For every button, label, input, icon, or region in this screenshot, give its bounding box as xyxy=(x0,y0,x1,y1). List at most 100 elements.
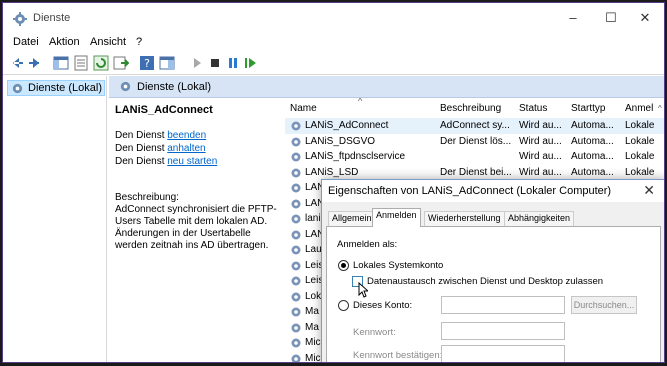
cell-logon: Lokale xyxy=(625,135,655,147)
action-line-stop: Den Dienst beenden xyxy=(115,130,206,141)
window-title: Dienste xyxy=(33,12,71,24)
menu-aktion[interactable]: Aktion xyxy=(49,36,80,48)
description-label: Beschreibung: xyxy=(115,192,179,203)
close-button[interactable]: ✕ xyxy=(631,7,659,29)
tree-item-label: Dienste (Lokal) xyxy=(28,82,102,94)
dialog-title: Eigenschaften von LANiS_AdConnect (Lokal… xyxy=(328,185,612,197)
cell-name: LANiS_ftpdnsclservice xyxy=(305,151,406,162)
cell-description: Der Dienst lös... xyxy=(440,135,512,147)
local-system-radio[interactable] xyxy=(338,260,349,271)
cell-logon: Lokale xyxy=(625,166,655,178)
cell-startup-type: Automa... xyxy=(571,151,614,162)
start-service-icon[interactable] xyxy=(189,55,205,71)
password-label: Kennwort: xyxy=(353,327,396,338)
description-pane: LANiS_AdConnect Den Dienst beenden Den D… xyxy=(109,98,281,362)
column-header-logon[interactable]: Anmel xyxy=(625,98,659,120)
logon-tab-panel: Anmelden als: Lokales Systemkonto Datena… xyxy=(326,226,661,362)
cell-description: AdConnect sy... xyxy=(440,120,510,131)
svg-text:?: ? xyxy=(144,57,150,70)
local-system-label: Lokales Systemkonto xyxy=(353,260,444,271)
show-hide-pane-icon[interactable] xyxy=(159,55,175,71)
confirm-password-label: Kennwort bestätigen: xyxy=(353,350,443,361)
cell-status: Wird au... xyxy=(519,120,562,131)
action-prefix: Den Dienst xyxy=(115,130,165,141)
service-gear-icon xyxy=(291,137,301,146)
service-gear-icon xyxy=(291,214,301,224)
action-line-restart: Den Dienst neu starten xyxy=(115,156,217,167)
service-gear-icon xyxy=(291,323,301,332)
stop-service-icon[interactable] xyxy=(207,55,223,71)
service-gear-icon xyxy=(291,307,301,317)
cell-name: LANiS_AdConnect xyxy=(305,120,389,131)
table-row[interactable]: LANiS_AdConnect AdConnect sy... Wird au...… xyxy=(285,118,664,134)
tree-item-services-local[interactable]: Dienste (Lokal) xyxy=(7,80,105,96)
account-input[interactable] xyxy=(441,296,565,314)
back-arrow-icon[interactable] xyxy=(9,55,25,71)
mouse-cursor-icon xyxy=(358,282,368,298)
pause-service-link[interactable]: anhalten xyxy=(167,143,205,154)
column-header-startup-type[interactable]: Starttyp xyxy=(571,98,623,120)
console-tree-icon[interactable] xyxy=(53,55,69,71)
console-tree: Dienste (Lokal) xyxy=(3,76,107,362)
pause-service-icon[interactable] xyxy=(225,55,241,71)
action-prefix: Den Dienst xyxy=(115,156,165,167)
stop-service-link[interactable]: beenden xyxy=(167,130,206,141)
service-gear-icon xyxy=(291,183,301,193)
tab-allgemein[interactable]: Allgemein xyxy=(328,211,376,226)
restart-service-icon[interactable] xyxy=(243,55,259,71)
cell-logon: Lokale xyxy=(625,151,655,162)
menu-datei[interactable]: Datei xyxy=(13,36,39,48)
password-input[interactable] xyxy=(441,322,565,340)
service-gear-icon xyxy=(291,152,301,162)
cell-status: Wird au... xyxy=(519,151,562,162)
column-header-status[interactable]: Status xyxy=(519,98,569,120)
service-gear-icon xyxy=(291,338,301,348)
cell-description: Der Dienst bei... xyxy=(440,166,512,178)
tab-abhaengigkeiten[interactable]: Abhängigkeiten xyxy=(504,211,575,226)
selected-service-name: LANiS_AdConnect xyxy=(115,104,213,116)
maximize-button[interactable]: ☐ xyxy=(597,7,625,29)
this-account-label: Dieses Konto: xyxy=(353,300,413,311)
column-header-name[interactable]: Name xyxy=(290,98,430,120)
export-list-icon[interactable] xyxy=(113,55,129,71)
browse-button[interactable]: Durchsuchen... xyxy=(571,296,637,314)
table-row[interactable]: LANiS_ftpdnsclservice Wird au... Automa...… xyxy=(285,149,664,165)
refresh-icon[interactable] xyxy=(93,55,109,71)
description-text-line: Änderungen in der Usertabelle xyxy=(115,228,251,239)
help-icon[interactable]: ? xyxy=(139,55,155,71)
cell-logon: Lokale xyxy=(625,120,655,131)
services-gear-icon xyxy=(12,83,23,94)
services-window: Dienste – ☐ ✕ Datei Aktion Ansicht ? ? D… xyxy=(2,2,665,363)
restart-service-link[interactable]: neu starten xyxy=(167,156,217,167)
cell-startup-type: Automa... xyxy=(571,135,614,147)
confirm-password-input[interactable] xyxy=(441,345,565,362)
properties-sheet-icon[interactable] xyxy=(73,55,89,71)
cell-name: LANiS_DSGVO xyxy=(305,135,376,147)
service-gear-icon xyxy=(291,199,301,208)
tab-anmelden[interactable]: Anmelden xyxy=(372,208,421,227)
service-gear-icon xyxy=(291,276,301,286)
service-gear-icon xyxy=(291,354,301,362)
minimize-button[interactable]: – xyxy=(559,7,587,29)
service-gear-icon xyxy=(291,292,301,301)
this-account-radio[interactable] xyxy=(338,300,349,311)
title-bar: Dienste – ☐ ✕ xyxy=(3,3,664,33)
dialog-close-button[interactable]: ✕ xyxy=(643,182,655,199)
cell-startup-type: Automa... xyxy=(571,120,614,131)
logon-as-label: Anmelden als: xyxy=(337,239,398,250)
menu-help[interactable]: ? xyxy=(136,36,142,48)
action-line-pause: Den Dienst anhalten xyxy=(115,143,206,154)
toolbar: ? xyxy=(3,51,664,75)
table-row[interactable]: LANiS_DSGVO Der Dienst lös... Wird au... Au… xyxy=(285,134,664,150)
action-prefix: Den Dienst xyxy=(115,143,165,154)
service-gear-icon xyxy=(291,245,301,255)
scroll-up-icon[interactable]: ^ xyxy=(658,98,664,120)
cell-name: LANiS_LSD xyxy=(305,166,359,178)
content-header: Dienste (Lokal) xyxy=(109,76,664,98)
cell-startup-type: Automa... xyxy=(571,166,614,178)
menu-ansicht[interactable]: Ansicht xyxy=(90,36,126,48)
forward-arrow-icon[interactable] xyxy=(27,55,43,71)
cell-status: Wird au... xyxy=(519,135,562,147)
column-header-description[interactable]: Beschreibung xyxy=(440,98,516,120)
tab-wiederherstellung[interactable]: Wiederherstellung xyxy=(424,211,505,226)
